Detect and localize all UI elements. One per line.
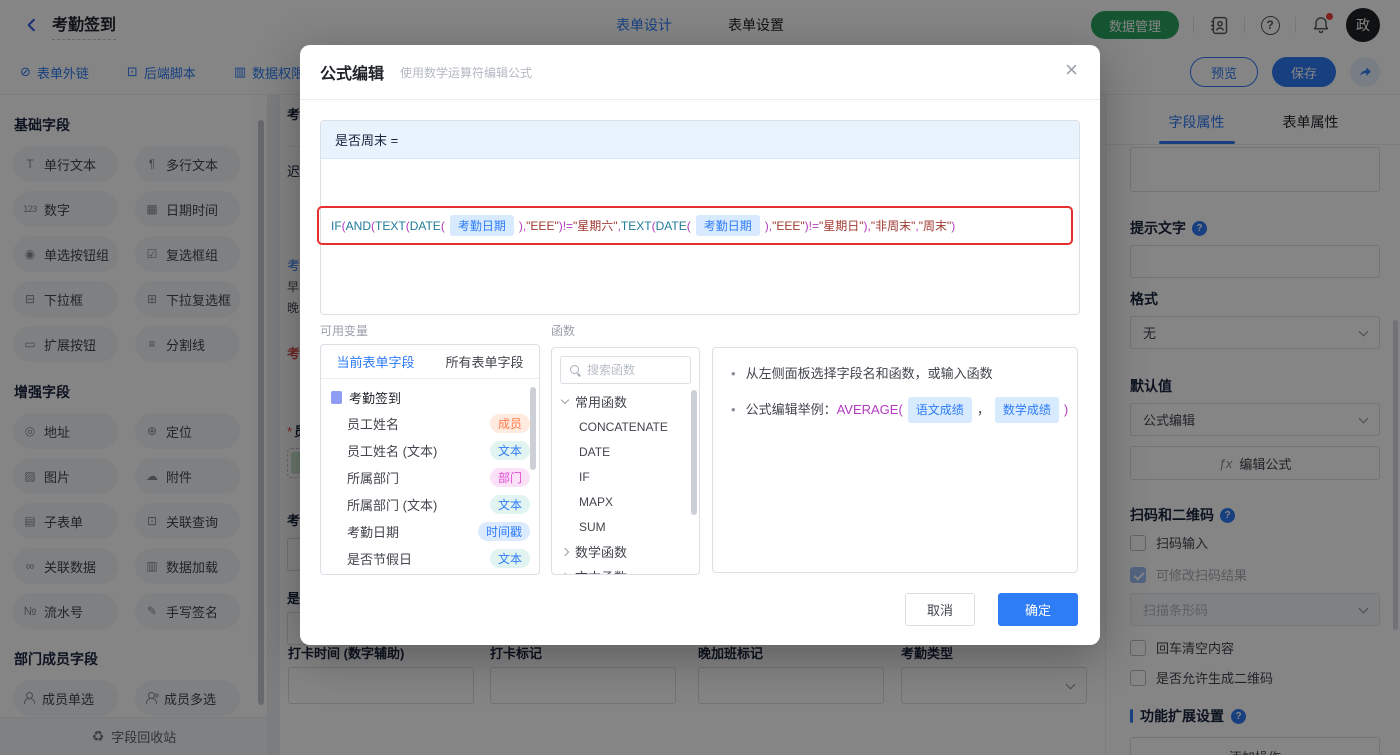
function-search[interactable]	[560, 356, 691, 384]
formula-token: ，	[976, 402, 990, 417]
variables-panel: 当前表单字段 所有表单字段 考勤签到 员工姓名 成员 员工姓名 (文本) 文本 所属部门…	[320, 344, 540, 575]
search-icon	[569, 364, 581, 376]
tab-current-form-fields[interactable]: 当前表单字段	[321, 345, 430, 378]
formula-token: DATE	[655, 218, 687, 233]
cancel-button[interactable]: 取消	[905, 593, 975, 626]
formula-token: ),	[518, 218, 527, 233]
page: 考勤签到 表单设计 表单设置 数据管理 政 表单外链	[0, 0, 1400, 755]
type-badge: 时间戳	[477, 522, 530, 541]
function-CONCATENATE[interactable]: CONCATENATE	[552, 414, 699, 439]
formula-token: AND	[345, 218, 372, 233]
formula-token: "EEE"	[526, 218, 559, 233]
modal-title: 公式编辑	[320, 66, 385, 83]
formula-token: ),	[764, 218, 773, 233]
formula-token: )!=	[558, 218, 574, 233]
variables-tree-root[interactable]: 考勤签到	[321, 379, 539, 410]
formula-token: )!=	[804, 218, 819, 233]
type-badge: 部门	[489, 468, 530, 487]
variable-员工姓名[interactable]: 员工姓名 成员	[321, 410, 539, 437]
variables-label: 可用变量	[320, 324, 369, 338]
formula-token: 公式编辑举例：	[745, 402, 837, 417]
formula-token: "EEE"	[772, 218, 805, 233]
variables-list: 员工姓名 成员 员工姓名 (文本) 文本 所属部门 部门 所属部门 (文本) 文本 考勤日期 时间…	[321, 410, 539, 572]
formula-line: IF(AND(TEXT(DATE(考勤日期), "EEE")!= "星期六", TEX…	[331, 206, 955, 245]
variable-员工姓名 (文本)[interactable]: 员工姓名 (文本) 文本	[321, 437, 539, 464]
group-label: 文本函数	[575, 567, 627, 574]
confirm-button[interactable]: 确定	[998, 593, 1078, 626]
form-file-icon	[331, 391, 342, 404]
formula-editor: 是否周末 = IF(AND(TEXT(DATE(考勤日期), "EEE")!= "星…	[317, 120, 1080, 315]
chevron-right-icon	[560, 572, 570, 574]
help-line-1: 从左侧面板选择字段名和函数，或输入函数	[731, 363, 1059, 385]
formula-token: "非周末"	[870, 219, 916, 233]
field-chip: 语文成绩	[907, 397, 972, 423]
group-label: 常用函数	[575, 395, 628, 410]
formula-token: )	[1063, 402, 1069, 417]
field-chip: 考勤日期	[695, 215, 760, 236]
functions-panel: 常用函数 CONCATENATEDATEIFMAPXSUM 数学函数文本函数	[551, 347, 700, 575]
type-badge: 文本	[489, 495, 530, 514]
formula-target: 是否周末 =	[321, 121, 1079, 159]
variable-所属部门 (文本)[interactable]: 所属部门 (文本) 文本	[321, 491, 539, 518]
formula-token: (	[686, 218, 691, 233]
bullet-icon	[731, 399, 736, 421]
field-chip: 数学成绩	[994, 397, 1059, 423]
variables-scrollbar[interactable]	[530, 387, 536, 470]
formula-token: TEXT	[620, 218, 652, 233]
formula-token: (	[440, 218, 445, 233]
variable-name: 所属部门	[347, 471, 400, 486]
formula-token: ),	[863, 218, 871, 233]
functions-scrollbar[interactable]	[691, 390, 697, 515]
variable-是否节假日[interactable]: 是否节假日 文本	[321, 545, 539, 572]
formula-help-panel: 从左侧面板选择字段名和函数，或输入函数 公式编辑举例：AVERAGE( 语文成绩 ，…	[712, 347, 1078, 573]
formula-edit-modal: 公式编辑 使用数学运算符编辑公式 是否周末 = IF(AND(TEXT(DATE…	[300, 45, 1100, 645]
function-IF[interactable]: IF	[552, 464, 699, 489]
variable-name: 员工姓名	[347, 417, 400, 432]
variable-name: 所属部门 (文本)	[347, 498, 438, 513]
help-example: 公式编辑举例： AVERAGE( 语文成绩 ， 数学成绩)	[745, 397, 1069, 423]
bullet-icon	[731, 363, 736, 385]
formula-token: "星期六"	[573, 219, 618, 233]
functions-label: 函数	[551, 324, 576, 338]
modal-subtitle: 使用数学运算符编辑公式	[400, 65, 533, 80]
function-group-数学函数[interactable]: 数学函数	[552, 539, 699, 564]
type-badge: 成员	[489, 414, 530, 433]
functions-list: 常用函数 CONCATENATEDATEIFMAPXSUM 数学函数文本函数	[552, 389, 699, 574]
function-MAPX[interactable]: MAPX	[552, 489, 699, 514]
group-label: 数学函数	[575, 545, 628, 560]
function-SUM[interactable]: SUM	[552, 514, 699, 539]
formula-token: )	[951, 218, 956, 233]
chevron-right-icon	[560, 547, 570, 556]
variable-name: 考勤日期	[347, 525, 400, 540]
formula-token: DATE	[409, 218, 441, 233]
field-chip: 考勤日期	[449, 215, 514, 236]
chevron-down-icon	[560, 395, 570, 405]
formula-token: "星期日"	[818, 219, 864, 233]
close-icon[interactable]	[1065, 59, 1078, 81]
function-DATE[interactable]: DATE	[552, 439, 699, 464]
root-label: 考勤签到	[349, 391, 402, 406]
help-text: 从左侧面板选择字段名和函数，或输入函数	[745, 366, 993, 381]
variable-考勤日期[interactable]: 考勤日期 时间戳	[321, 518, 539, 545]
formula-token: TEXT	[375, 218, 406, 233]
tab-all-form-fields[interactable]: 所有表单字段	[430, 345, 539, 378]
variables-tabs: 当前表单字段 所有表单字段	[321, 345, 539, 379]
function-search-input[interactable]	[587, 363, 677, 377]
type-badge: 文本	[489, 549, 530, 568]
formula-token: AVERAGE(	[836, 402, 903, 417]
variable-name: 员工姓名 (文本)	[347, 444, 438, 459]
formula-code-area[interactable]: IF(AND(TEXT(DATE(考勤日期), "EEE")!= "星期六", TEX…	[317, 159, 1079, 314]
variable-name: 是否节假日	[347, 552, 413, 567]
modal-header: 公式编辑 使用数学运算符编辑公式	[300, 45, 1100, 100]
formula-token: "周末"	[918, 219, 952, 233]
formula-token: IF	[331, 218, 342, 233]
variable-所属部门[interactable]: 所属部门 部门	[321, 464, 539, 491]
function-group-常用函数[interactable]: 常用函数	[552, 389, 699, 414]
type-badge: 文本	[489, 441, 530, 460]
help-line-2: 公式编辑举例：AVERAGE( 语文成绩 ， 数学成绩)	[731, 397, 1068, 423]
function-group-文本函数[interactable]: 文本函数	[552, 564, 699, 574]
